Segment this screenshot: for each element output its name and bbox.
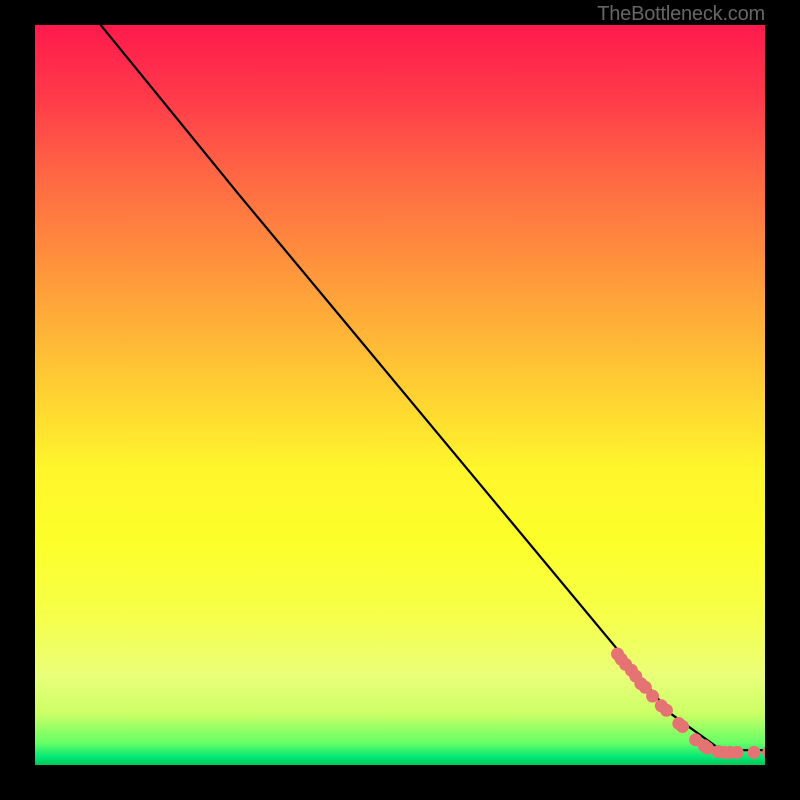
watermark-text: TheBottleneck.com (597, 3, 765, 26)
chart-plot-area (35, 25, 765, 765)
